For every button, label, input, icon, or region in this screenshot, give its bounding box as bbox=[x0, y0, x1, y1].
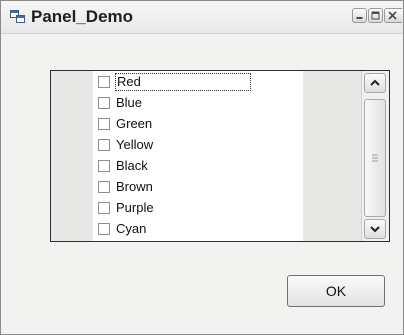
list-item[interactable]: Blue bbox=[96, 94, 296, 112]
item-label: Red bbox=[115, 73, 251, 91]
window: Panel_Demo Red Blue Green Yellow Black B… bbox=[0, 0, 404, 335]
minimize-button[interactable] bbox=[352, 8, 367, 23]
app-icon bbox=[10, 10, 25, 23]
grip-icon bbox=[372, 154, 378, 162]
checkbox[interactable] bbox=[98, 139, 110, 151]
checked-list-panel: Red Blue Green Yellow Black Brown Purple… bbox=[50, 70, 390, 242]
maximize-icon bbox=[371, 11, 380, 20]
list-item[interactable]: Green bbox=[96, 115, 296, 133]
item-label: Yellow bbox=[116, 137, 154, 152]
title-bar[interactable]: Panel_Demo bbox=[1, 1, 403, 34]
chevron-up-icon bbox=[370, 79, 380, 86]
list-item[interactable]: Black bbox=[96, 157, 296, 175]
checkbox[interactable] bbox=[98, 76, 110, 88]
close-button[interactable] bbox=[384, 8, 402, 23]
window-title: Panel_Demo bbox=[31, 7, 134, 26]
item-label: Purple bbox=[116, 200, 154, 215]
scroll-down-button[interactable] bbox=[364, 219, 386, 239]
scroll-up-button[interactable] bbox=[364, 73, 386, 93]
list-item[interactable]: Cyan bbox=[96, 220, 296, 238]
checkbox[interactable] bbox=[98, 202, 110, 214]
checkbox[interactable] bbox=[98, 118, 110, 130]
item-label: Brown bbox=[116, 179, 153, 194]
list-item[interactable]: Yellow bbox=[96, 136, 296, 154]
scroll-thumb[interactable] bbox=[364, 99, 386, 217]
list-item[interactable]: Red bbox=[96, 73, 296, 91]
checkbox[interactable] bbox=[98, 160, 110, 172]
item-label: Blue bbox=[116, 95, 143, 110]
close-icon bbox=[388, 11, 397, 20]
chevron-down-icon bbox=[370, 226, 380, 233]
vertical-scrollbar[interactable] bbox=[361, 71, 389, 241]
item-label: Cyan bbox=[116, 221, 147, 236]
checkbox[interactable] bbox=[98, 97, 110, 109]
item-label: Green bbox=[116, 116, 153, 131]
list-item[interactable]: Brown bbox=[96, 178, 296, 196]
item-label: Black bbox=[116, 158, 148, 173]
checkbox[interactable] bbox=[98, 181, 110, 193]
checkbox[interactable] bbox=[98, 223, 110, 235]
color-checklist[interactable]: Red Blue Green Yellow Black Brown Purple… bbox=[93, 71, 303, 241]
list-item[interactable]: Purple bbox=[96, 199, 296, 217]
ok-button[interactable]: OK bbox=[287, 275, 385, 307]
maximize-button[interactable] bbox=[368, 8, 383, 23]
minimize-icon bbox=[356, 17, 363, 19]
